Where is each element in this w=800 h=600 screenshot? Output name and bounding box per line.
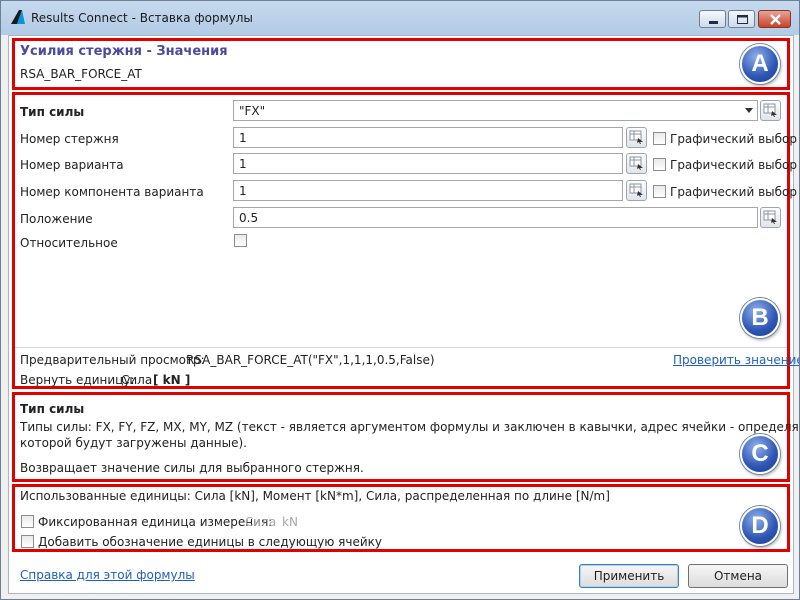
cell-picker-icon <box>763 210 777 224</box>
help-line-2: которой будут загружены данные). <box>20 436 247 450</box>
component-number-graphic-checkbox[interactable] <box>653 185 666 198</box>
bar-number-input[interactable]: 1 <box>233 127 623 148</box>
component-number-pick-button[interactable] <box>626 180 647 201</box>
bar-number-label: Номер стержня <box>20 132 119 146</box>
return-unit-value: [ kN ] <box>153 373 191 387</box>
preview-separator <box>15 347 787 348</box>
help-returns: Возвращает значение силы для выбранного … <box>20 461 364 475</box>
component-number-graphic-label: Графический выбор <box>670 185 797 199</box>
bar-number-pick-button[interactable] <box>626 127 647 148</box>
badge-c: C <box>740 434 780 474</box>
case-number-input[interactable]: 1 <box>233 153 623 174</box>
cell-picker-icon <box>629 183 643 197</box>
relative-label: Относительное <box>20 236 118 250</box>
fixed-unit-label: Фиксированная единица измерения: <box>38 515 273 529</box>
window-title: Results Connect - Вставка формулы <box>31 11 253 25</box>
autodesk-logo-icon <box>11 10 25 24</box>
add-unit-checkbox[interactable] <box>21 535 34 548</box>
component-number-label: Номер компонента варианта <box>20 185 204 199</box>
formula-title: Усилия стержня - Значения <box>20 44 228 59</box>
force-type-select[interactable]: "FX" <box>233 100 758 121</box>
cancel-button[interactable]: Отмена <box>688 564 788 588</box>
position-label: Положение <box>20 212 93 226</box>
bar-number-graphic-label: Графический выбор <box>670 132 797 146</box>
badge-a: A <box>740 44 780 84</box>
force-type-value: "FX" <box>239 104 266 118</box>
case-number-label: Номер варианта <box>20 158 124 172</box>
dialog-window: Results Connect - Вставка формулы Усилия… <box>0 0 800 600</box>
apply-button[interactable]: Применить <box>579 564 679 588</box>
help-title: Тип силы <box>20 402 85 416</box>
close-icon <box>770 14 781 25</box>
fixed-unit-value[interactable]: kN <box>282 515 298 529</box>
badge-b: B <box>740 298 780 338</box>
used-units: Использованные единицы: Сила [kN], Момен… <box>20 489 610 503</box>
formula-help-link[interactable]: Справка для этой формулы <box>20 568 195 582</box>
component-number-input[interactable]: 1 <box>233 180 623 201</box>
bar-number-graphic-checkbox[interactable] <box>653 132 666 145</box>
preview-label: Предварительный просмотр: <box>20 353 205 367</box>
function-name: RSA_BAR_FORCE_AT <box>20 67 142 81</box>
add-unit-label: Добавить обозначение единицы в следующую… <box>38 535 382 549</box>
check-value-link[interactable]: Проверить значение <box>673 353 799 367</box>
return-unit-name: Сила <box>121 373 153 387</box>
cell-picker-icon <box>629 130 643 144</box>
position-pick-button[interactable] <box>760 207 781 228</box>
case-number-pick-button[interactable] <box>626 153 647 174</box>
title-bar: Results Connect - Вставка формулы <box>1 1 799 35</box>
case-number-graphic-checkbox[interactable] <box>653 158 666 171</box>
maximize-icon <box>737 15 748 24</box>
badge-d: D <box>740 506 780 546</box>
maximize-button[interactable] <box>728 10 755 28</box>
cell-picker-icon <box>763 103 777 117</box>
relative-checkbox[interactable] <box>234 234 247 247</box>
fixed-unit-checkbox[interactable] <box>21 515 34 528</box>
close-button[interactable] <box>758 10 791 28</box>
preview-value: RSA_BAR_FORCE_AT("FX",1,1,1,0.5,False) <box>186 353 435 367</box>
fixed-unit-name: Сила <box>245 515 277 529</box>
return-unit-label: Вернуть единицу: <box>20 373 135 387</box>
force-type-label: Тип силы <box>20 105 85 119</box>
help-line-1: Типы силы: FX, FY, FZ, MX, MY, MZ (текст… <box>20 420 800 434</box>
dialog-client: Усилия стержня - Значения RSA_BAR_FORCE_… <box>8 35 799 594</box>
position-input[interactable]: 0.5 <box>233 207 758 228</box>
case-number-graphic-label: Графический выбор <box>670 158 797 172</box>
chevron-down-icon <box>745 108 753 113</box>
cell-picker-icon <box>629 156 643 170</box>
minimize-button[interactable] <box>699 10 726 28</box>
force-type-pick-button[interactable] <box>760 100 781 121</box>
minimize-icon <box>709 21 718 24</box>
